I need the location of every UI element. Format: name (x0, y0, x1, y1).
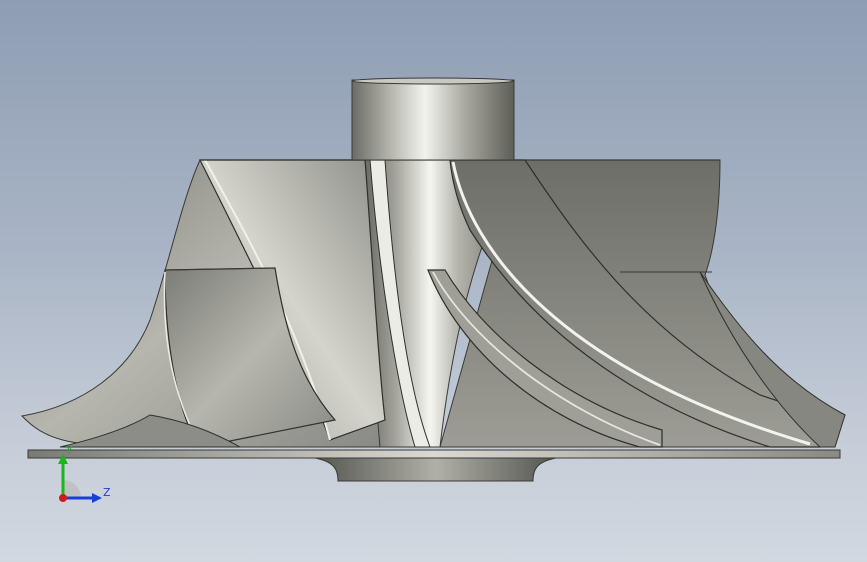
graphics-viewport[interactable]: Y Z (0, 0, 867, 562)
shaft (351, 79, 515, 161)
impeller-model[interactable] (0, 0, 867, 562)
z-axis-label: Z (103, 486, 111, 499)
view-triad: Y Z (58, 444, 111, 503)
shaft-top-face (351, 77, 515, 85)
backplate (27, 449, 841, 459)
bottom-boss (314, 457, 557, 482)
z-axis-arrow (92, 493, 102, 503)
y-axis-label: Y (65, 444, 73, 457)
x-axis-dot (59, 494, 67, 502)
